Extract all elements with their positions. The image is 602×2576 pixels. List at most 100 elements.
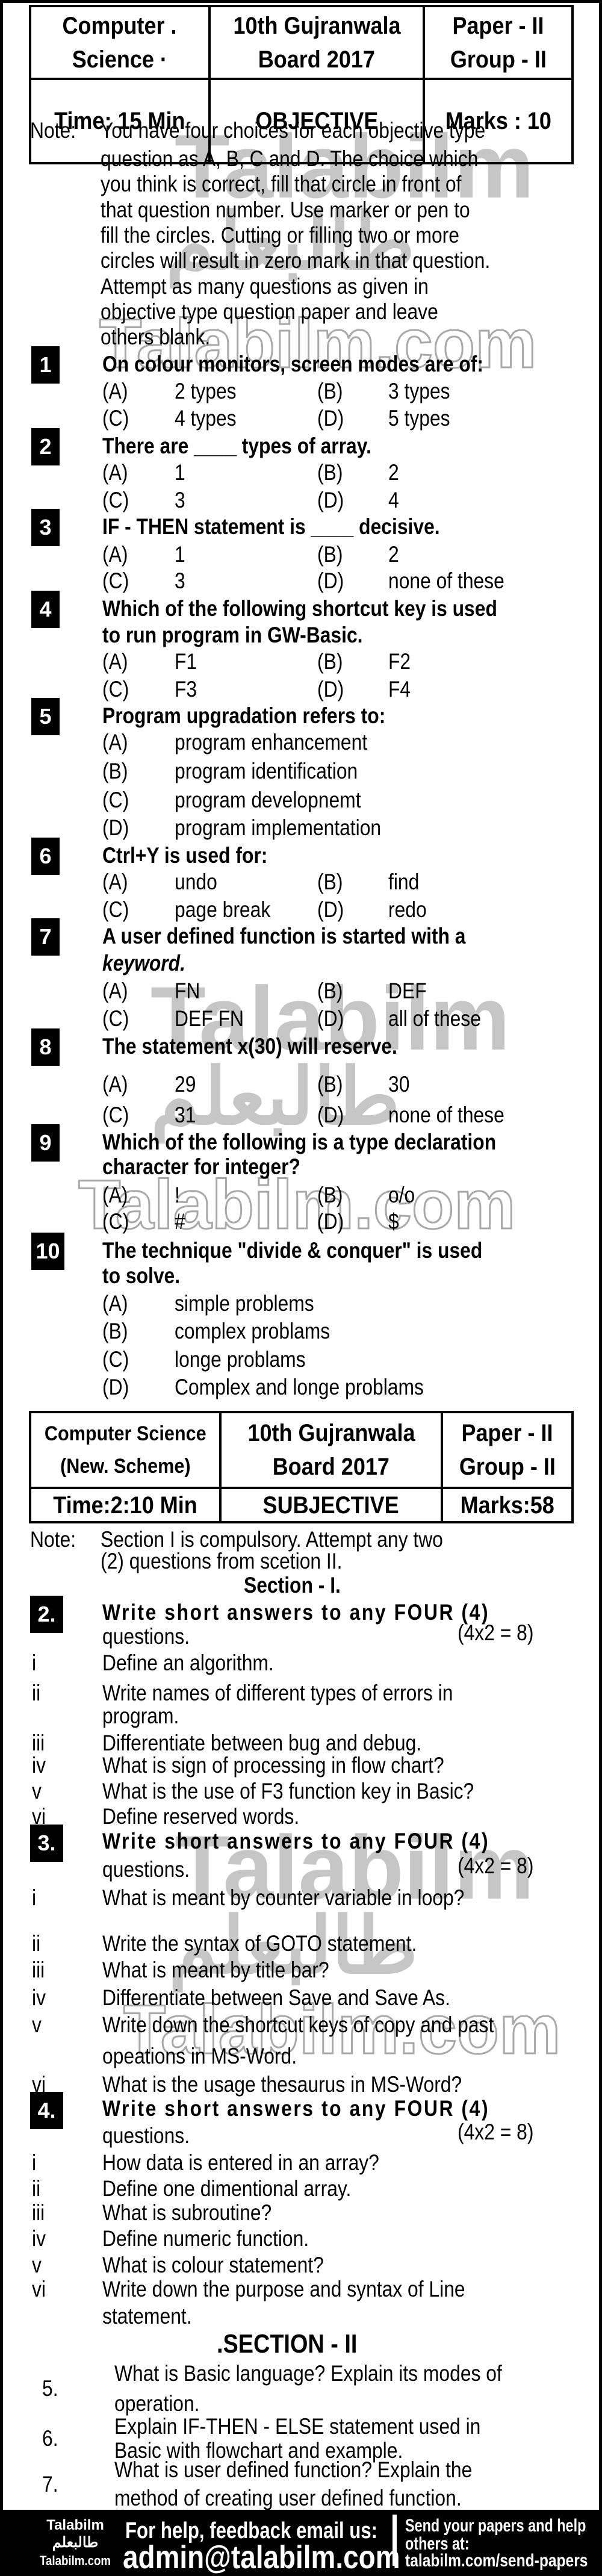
objective-paper-cell: Paper - II Group - II: [450, 12, 547, 73]
option-value: 1: [175, 460, 185, 485]
option-label: (A): [102, 542, 128, 567]
long-question-text: What is Basic language? Explain its mode…: [114, 2361, 502, 2386]
question-number-badge: 10: [31, 1233, 64, 1270]
option-label: (A): [102, 379, 128, 403]
short-question-item: Write down the shortcut keys of copy and…: [102, 2012, 494, 2037]
option-value: none of these: [388, 568, 504, 593]
question-number-badge: 1: [31, 346, 60, 384]
roman-numeral: ii: [32, 1931, 41, 1956]
option-label: (D): [317, 677, 344, 702]
option-label: (D): [102, 815, 129, 840]
subjective-paper-cell: Paper - II Group - II: [459, 1420, 556, 1480]
subjective-time-cell: Time:2:10 Min: [53, 1492, 197, 1519]
question-number-badge: 9: [31, 1124, 60, 1162]
short-question-heading: Write short answers to any FOUR (4): [102, 2096, 490, 2121]
question-text: On colour monitors, screen modes are of:: [102, 352, 484, 376]
option-label: (A): [102, 1291, 128, 1316]
option-value: 2 types: [175, 379, 237, 403]
question-text: Which of the following shortcut key is u…: [102, 596, 497, 621]
roman-numeral: v: [32, 1779, 42, 1803]
question-text: There are ____ types of array.: [102, 434, 371, 458]
option-label: (D): [317, 406, 344, 431]
option-label: (C): [102, 677, 129, 702]
option-label: (B): [317, 1072, 343, 1097]
option-value: F1: [175, 649, 197, 674]
option-label: (C): [102, 568, 129, 593]
note-line: circles will result in zero mark in that…: [101, 248, 491, 273]
option-label: (C): [102, 488, 129, 512]
option-value: complex problams: [175, 1319, 330, 1343]
long-question-number: 7.: [42, 2471, 58, 2497]
roman-numeral: iv: [32, 2226, 46, 2251]
option-value: longe problams: [175, 1347, 306, 1372]
option-value: Complex and longe problams: [175, 1375, 424, 1399]
short-question-heading: questions.: [102, 2123, 190, 2148]
short-question-heading: Write short answers to any FOUR (4): [102, 1600, 490, 1625]
subjective-board-cell: 10th Gujranwala Board 2017: [247, 1420, 415, 1480]
option-label: (B): [317, 649, 343, 674]
subjective-subject-cell: Computer Science (New. Scheme): [44, 1422, 206, 1478]
option-label: (B): [317, 978, 343, 1003]
question-text: Which of the following is a type declara…: [102, 1130, 497, 1154]
option-label: (B): [317, 542, 343, 567]
question-number-badge: 4: [31, 591, 60, 628]
footer-logo-bottom: Talabilm.com: [39, 2553, 111, 2568]
note-line: objective type question paper and leave: [101, 299, 438, 324]
short-question-heading: questions.: [102, 1857, 190, 1882]
footer-logo: Talabilm طالبعلم Talabilm.com: [33, 2517, 117, 2570]
option-label: (D): [317, 568, 344, 593]
option-value: program implementation: [175, 815, 382, 840]
option-label: (C): [102, 1103, 129, 1127]
option-value: F4: [388, 677, 411, 702]
roman-numeral: iii: [32, 1958, 45, 1982]
option-label: (D): [102, 1375, 129, 1399]
option-label: (B): [317, 460, 343, 485]
exam-paper-page: Talabilm طالبعلم Talabilm.com Talabilm ط…: [3, 0, 599, 2510]
option-value: none of these: [388, 1103, 504, 1127]
question-number-badge: 4.: [30, 2092, 63, 2129]
option-value: DEF FN: [175, 1006, 244, 1031]
option-value: program identification: [175, 759, 358, 783]
short-question-marks: (4x2 = 8): [458, 1853, 534, 1878]
option-value: 5 types: [388, 406, 450, 431]
option-label: (B): [317, 379, 343, 403]
roman-numeral: vi: [32, 2277, 46, 2301]
option-value: !: [175, 1183, 180, 1207]
short-question-item: program.: [102, 1703, 179, 1728]
short-question-item: Define an algorithm.: [102, 1650, 274, 1675]
note-line: question as A, B, C and D. The choice wh…: [101, 146, 479, 171]
short-question-item: What is colour statement?: [102, 2253, 324, 2277]
question-number-badge: 2: [31, 428, 60, 465]
roman-numeral: i: [32, 1650, 37, 1675]
option-label: (D): [317, 897, 344, 922]
subjective-note-label: Note:: [30, 1527, 76, 1552]
note-line: fill the circles. Cutting or filling two…: [101, 223, 459, 247]
option-value: F2: [388, 649, 411, 674]
question-number-badge: 3.: [30, 1825, 63, 1862]
option-value: #: [175, 1209, 185, 1234]
footer-send-papers-link[interactable]: talabilm.com/send-papers: [405, 2551, 588, 2571]
short-question-marks: (4x2 = 8): [458, 2120, 534, 2144]
option-value: FN: [175, 978, 200, 1003]
long-question-number: 6.: [42, 2426, 58, 2451]
option-value: program developnemt: [175, 788, 361, 812]
option-label: (C): [102, 897, 129, 922]
option-value: program enhancement: [175, 730, 368, 754]
option-value: o/o: [388, 1183, 415, 1207]
option-value: 2: [388, 460, 399, 485]
short-question-item: What is sign of processing in flow chart…: [102, 1753, 444, 1778]
long-question-number: 5.: [42, 2376, 58, 2401]
question-text: IF - THEN statement is ____ decisive.: [102, 514, 440, 539]
objective-board-cell: 10th Gujranwala Board 2017: [232, 12, 401, 73]
question-text: Ctrl+Y is used for:: [102, 843, 268, 868]
note-line: Attempt as many questions as given in: [101, 274, 429, 299]
question-text: to run program in GW-Basic.: [102, 623, 363, 647]
option-value: 3 types: [388, 379, 450, 403]
option-label: (C): [102, 788, 129, 812]
short-question-item: What is meant by counter variable in loo…: [102, 1885, 465, 1910]
short-question-item: What is meant by title bar?: [102, 1958, 329, 1982]
option-label: (D): [317, 1006, 344, 1031]
question-number-badge: 8: [31, 1028, 60, 1066]
option-value: F3: [175, 677, 197, 702]
option-label: (B): [317, 1183, 343, 1207]
